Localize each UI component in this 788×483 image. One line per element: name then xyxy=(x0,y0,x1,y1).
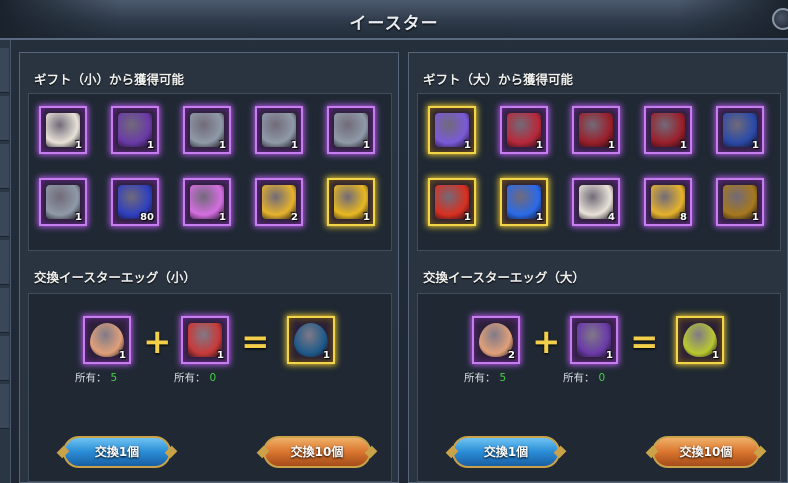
recipe-item-firework-wand[interactable]: 1 xyxy=(570,316,618,364)
item-quantity: 1 xyxy=(680,140,687,151)
small-gift-reward-grid: 1 1 1 1 1 1 80 1 2 1 xyxy=(28,93,392,251)
item-quantity: 1 xyxy=(75,140,82,151)
plus-sign: + xyxy=(532,322,561,362)
side-tab[interactable] xyxy=(0,384,9,429)
owned-count-balloon-box: 所有： 0 xyxy=(174,370,216,385)
reward-item-red-gift-box-2[interactable]: 1 xyxy=(644,106,692,154)
owned-value: 5 xyxy=(110,372,118,384)
owned-count-egg: 所有： 5 xyxy=(464,370,506,385)
side-tab[interactable] xyxy=(0,48,9,93)
close-icon[interactable] xyxy=(772,8,788,30)
owned-label: 所有： xyxy=(174,372,206,384)
title-bar: イースター xyxy=(0,0,788,40)
item-quantity: 1 xyxy=(464,212,471,223)
owned-count-egg: 所有： 5 xyxy=(75,370,117,385)
item-quantity: 8 xyxy=(680,212,687,223)
exchange-one-button[interactable]: 交換1個 xyxy=(452,436,560,468)
reward-item-silver-emblem-wing[interactable]: 1 xyxy=(327,106,375,154)
reward-item-lily-flower[interactable]: 4 xyxy=(572,178,620,226)
reward-item-gold-medal[interactable]: 1 xyxy=(327,178,375,226)
item-quantity: 1 xyxy=(608,140,615,151)
item-quantity: 1 xyxy=(219,212,226,223)
reward-item-blue-flame[interactable]: 1 xyxy=(500,178,548,226)
item-quantity: 1 xyxy=(363,212,370,223)
equals-sign: = xyxy=(630,322,659,362)
large-gift-panel: ギフト（大）から獲得可能 1 1 1 1 1 1 1 4 8 1 交換イースターエッグ（大） 2 … xyxy=(408,52,788,483)
owned-label: 所有： xyxy=(563,372,595,384)
owned-label: 所有： xyxy=(464,372,496,384)
small-gift-panel: ギフト（小）から獲得可能 1 1 1 1 1 1 80 1 2 1 交換イースターエッグ（小） 1… xyxy=(19,52,399,483)
owned-value: 5 xyxy=(499,372,507,384)
item-quantity: 1 xyxy=(147,140,154,151)
item-quantity: 1 xyxy=(752,140,759,151)
owned-label: 所有： xyxy=(75,372,107,384)
side-tab[interactable] xyxy=(0,288,9,333)
equals-sign: = xyxy=(241,322,270,362)
item-quantity: 2 xyxy=(291,212,298,223)
reward-item-red-crystal[interactable]: 1 xyxy=(428,178,476,226)
exchange-ten-button[interactable]: 交換10個 xyxy=(263,436,371,468)
recipe-item-egg[interactable]: 2 xyxy=(472,316,520,364)
owned-value: 0 xyxy=(209,372,217,384)
reward-item-bronze-emblem[interactable]: 1 xyxy=(716,178,764,226)
owned-count-firework-wand: 所有： 0 xyxy=(563,370,605,385)
item-quantity: 1 xyxy=(752,212,759,223)
recipe-result-egg[interactable]: 1 xyxy=(287,316,335,364)
side-tab-strip xyxy=(0,40,11,483)
reward-item-pink-gem[interactable]: 1 xyxy=(183,178,231,226)
item-quantity: 80 xyxy=(140,212,154,223)
reward-item-blue-crystal[interactable]: 80 xyxy=(111,178,159,226)
item-quantity: 1 xyxy=(536,212,543,223)
item-quantity: 1 xyxy=(323,350,330,361)
item-quantity: 1 xyxy=(536,140,543,151)
reward-item-heart-gift-box[interactable]: 1 xyxy=(500,106,548,154)
exchange-one-button[interactable]: 交換1個 xyxy=(63,436,171,468)
side-tab[interactable] xyxy=(0,144,9,189)
exchange-ten-button[interactable]: 交換10個 xyxy=(652,436,760,468)
item-quantity: 2 xyxy=(508,350,515,361)
recipe-item-egg[interactable]: 1 xyxy=(83,316,131,364)
reward-item-rainbow-feather[interactable]: 1 xyxy=(428,106,476,154)
item-quantity: 1 xyxy=(119,350,126,361)
recipe-item-balloon-box[interactable]: 1 xyxy=(181,316,229,364)
side-tab[interactable] xyxy=(0,192,9,237)
window-title: イースター xyxy=(349,14,439,34)
reward-item-lily-flower[interactable]: 1 xyxy=(39,106,87,154)
side-tab[interactable] xyxy=(0,336,9,381)
item-quantity: 1 xyxy=(363,140,370,151)
item-quantity: 1 xyxy=(75,212,82,223)
item-quantity: 1 xyxy=(606,350,613,361)
reward-item-gold-coins[interactable]: 8 xyxy=(644,178,692,226)
owned-value: 0 xyxy=(598,372,606,384)
reward-item-silver-emblem-swirl[interactable]: 1 xyxy=(39,178,87,226)
item-quantity: 1 xyxy=(464,140,471,151)
item-quantity: 1 xyxy=(291,140,298,151)
large-egg-exchange-box: 2 + 1 = 1 所有： 5 所有： 0 交換1個 交換10個 xyxy=(417,293,781,482)
reward-item-blue-book[interactable]: 1 xyxy=(716,106,764,154)
item-quantity: 1 xyxy=(217,350,224,361)
reward-item-gold-coins[interactable]: 2 xyxy=(255,178,303,226)
large-egg-exchange-title: 交換イースターエッグ（大） xyxy=(423,270,585,285)
small-egg-exchange-box: 1 + 1 = 1 所有： 5 所有： 0 交換1個 交換10個 xyxy=(28,293,392,482)
recipe-result-egg[interactable]: 1 xyxy=(676,316,724,364)
side-tab[interactable] xyxy=(0,96,9,141)
large-gift-title: ギフト（大）から獲得可能 xyxy=(423,72,574,87)
reward-item-red-gift-box[interactable]: 1 xyxy=(572,106,620,154)
large-gift-reward-grid: 1 1 1 1 1 1 1 4 8 1 xyxy=(417,93,781,251)
side-tab[interactable] xyxy=(0,240,9,285)
easter-event-window: イースター ギフト（小）から獲得可能 1 1 1 1 1 1 80 1 2 1 交換イースターエッ… xyxy=(0,0,788,483)
item-quantity: 1 xyxy=(219,140,226,151)
plus-sign: + xyxy=(143,322,172,362)
reward-item-silver-emblem-knight[interactable]: 1 xyxy=(255,106,303,154)
item-quantity: 1 xyxy=(712,350,719,361)
reward-item-firework-wand[interactable]: 1 xyxy=(111,106,159,154)
reward-item-silver-emblem-horse[interactable]: 1 xyxy=(183,106,231,154)
item-quantity: 4 xyxy=(608,212,615,223)
small-egg-exchange-title: 交換イースターエッグ（小） xyxy=(34,270,196,285)
small-gift-title: ギフト（小）から獲得可能 xyxy=(34,72,185,87)
